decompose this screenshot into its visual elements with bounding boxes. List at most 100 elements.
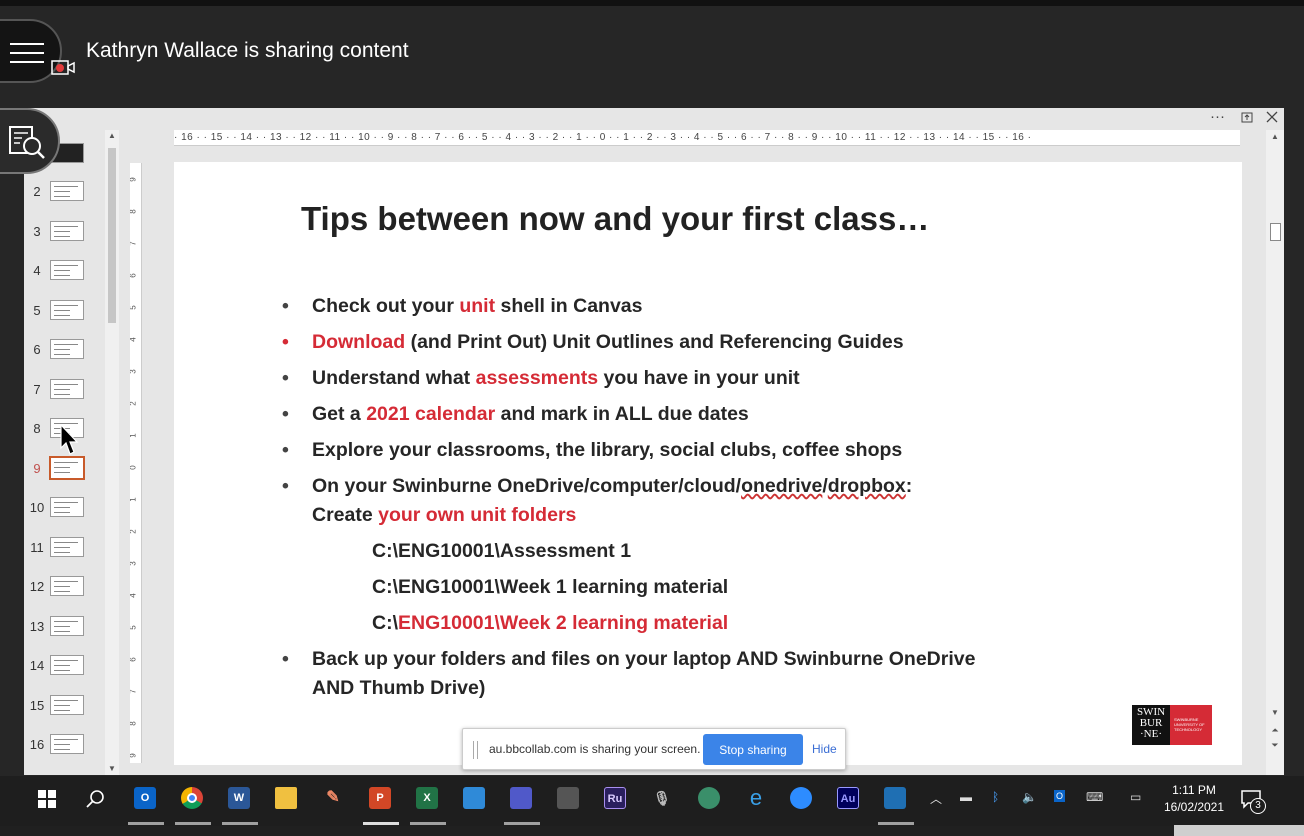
vertical-ruler: 9876543210123456789 bbox=[130, 163, 142, 763]
bullet-text: On your Swinburne OneDrive/computer/clou… bbox=[312, 475, 742, 497]
thumbnail-line bbox=[54, 699, 78, 701]
restore-icon[interactable] bbox=[1241, 111, 1253, 123]
outlook-open-indicator bbox=[128, 822, 164, 825]
bluetooth-icon[interactable]: ᛒ bbox=[992, 790, 999, 804]
audition-icon[interactable]: Au bbox=[837, 787, 859, 809]
paint-icon[interactable]: ✎ bbox=[322, 787, 344, 809]
slide-number: 16 bbox=[29, 737, 45, 752]
show-hidden-icons-icon[interactable]: ︿ bbox=[930, 790, 942, 807]
excel-open-indicator bbox=[410, 822, 446, 825]
next-slide-icon[interactable]: ⏷ bbox=[1268, 740, 1282, 751]
thumbnail-image bbox=[50, 181, 84, 201]
hamburger-bar bbox=[10, 61, 44, 63]
bullet-highlight: your own unit folders bbox=[378, 504, 577, 526]
slide-number: 5 bbox=[33, 302, 41, 318]
windows-start-icon[interactable] bbox=[38, 790, 56, 808]
search-icon[interactable] bbox=[86, 789, 106, 809]
thumbnail-image bbox=[50, 220, 84, 241]
powerpoint-icon[interactable]: P bbox=[369, 787, 391, 809]
thumbnail-line bbox=[54, 665, 70, 666]
slide-scrollbar[interactable] bbox=[1266, 130, 1284, 775]
bullet-item: • Download (and Print Out) Unit Outlines … bbox=[282, 328, 1182, 357]
excel-icon[interactable]: X bbox=[416, 787, 438, 809]
bullet-text: and mark in ALL due dates bbox=[495, 403, 749, 425]
stop-sharing-button[interactable]: Stop sharing bbox=[703, 734, 803, 765]
word-open-indicator bbox=[222, 822, 258, 825]
premiere-rush-icon[interactable]: Ru bbox=[604, 787, 626, 809]
slide-number: 8 bbox=[33, 421, 41, 436]
slide-scroll-up-icon[interactable]: ▲ bbox=[1268, 132, 1282, 141]
bullet-underlined-word: dropbox bbox=[827, 475, 906, 497]
thumbnail-line bbox=[54, 466, 70, 468]
recording-icon bbox=[51, 60, 75, 75]
thumbnail-image bbox=[50, 655, 84, 675]
outlook-tray-icon[interactable]: O bbox=[1054, 790, 1066, 802]
thumbnail-scroll-down-icon[interactable]: ▼ bbox=[105, 763, 119, 775]
edge-icon[interactable]: e bbox=[745, 787, 767, 809]
bullet-text: Check out your bbox=[312, 295, 460, 317]
tablet-mode-icon[interactable]: ▭ bbox=[1130, 790, 1141, 804]
thumbnail-line bbox=[54, 507, 70, 508]
bullet-item: • On your Swinburne OneDrive/computer/clo… bbox=[282, 472, 1182, 530]
clock-date: 16/02/2021 bbox=[1163, 800, 1225, 814]
thumbnail-line bbox=[54, 581, 78, 582]
more-options-icon[interactable]: ··· bbox=[1210, 108, 1225, 125]
battery-icon[interactable]: ▬ bbox=[960, 790, 972, 804]
close-icon[interactable] bbox=[1266, 111, 1278, 123]
slide-number: 15 bbox=[29, 697, 45, 713]
swinburne-logo: SWIN BUR ·NE· SWINBURNE UNIVERSITY OF TECH… bbox=[1132, 705, 1212, 745]
thumbnail-line bbox=[54, 551, 70, 553]
bullet-underlined-word: onedrive bbox=[741, 475, 823, 497]
slide-title: Tips between now and your first class… bbox=[301, 200, 930, 237]
thumbnail-line bbox=[54, 512, 70, 513]
slide-scroll-down-icon[interactable]: ▼ bbox=[1268, 708, 1282, 717]
notification-count-badge: 3 bbox=[1250, 798, 1266, 814]
path-text: C:\ bbox=[372, 612, 398, 634]
chrome-open-indicator bbox=[175, 822, 211, 825]
slide-number: 2 bbox=[33, 184, 41, 199]
file-explorer-icon[interactable] bbox=[275, 787, 297, 809]
thumbnail-line bbox=[54, 354, 70, 355]
bullet-dot: • bbox=[282, 403, 289, 425]
outlook-icon[interactable]: O bbox=[134, 787, 156, 809]
mouse-cursor-icon bbox=[60, 424, 79, 455]
bullet-text: Understand what bbox=[312, 367, 476, 389]
thumbnail-line bbox=[54, 196, 70, 197]
bullet-dot: • bbox=[282, 367, 289, 389]
thumbnail-scrollbar[interactable] bbox=[105, 130, 119, 775]
bullet-text: you have in your unit bbox=[598, 367, 800, 389]
thumbnail-image bbox=[50, 536, 84, 557]
photos-icon[interactable] bbox=[884, 787, 906, 809]
word-icon[interactable]: W bbox=[228, 787, 250, 809]
zoom-icon[interactable] bbox=[790, 787, 812, 809]
microphone-icon[interactable]: 🎙 bbox=[651, 787, 673, 809]
onedrive-icon[interactable] bbox=[463, 787, 485, 809]
keyboard-icon[interactable]: ⌨ bbox=[1086, 790, 1103, 804]
volume-icon[interactable]: 🔈 bbox=[1022, 790, 1037, 804]
previous-slide-icon[interactable]: ⏶ bbox=[1268, 725, 1282, 736]
bullet-item: • Check out your unit shell in Canvas bbox=[282, 292, 1182, 321]
camera-icon[interactable] bbox=[557, 787, 579, 809]
slide-number: 10 bbox=[29, 500, 45, 515]
top-edge bbox=[0, 0, 1304, 6]
system-clock[interactable]: 1:11 PM 16/02/2021 bbox=[1160, 782, 1228, 816]
thumbnail-line bbox=[54, 541, 78, 543]
thumbnail-scroll-up-icon[interactable]: ▲ bbox=[105, 130, 119, 142]
chrome-icon[interactable] bbox=[181, 787, 203, 809]
thumbnail-line bbox=[54, 349, 70, 350]
zoom-document-icon bbox=[9, 126, 45, 159]
hide-link[interactable]: Hide bbox=[812, 742, 837, 756]
teams-icon[interactable] bbox=[510, 787, 532, 809]
thumbnail-scroll-thumb[interactable] bbox=[108, 148, 116, 323]
globe-app-icon[interactable] bbox=[698, 787, 720, 809]
slide-number: 14 bbox=[29, 658, 45, 673]
thumbnail-line bbox=[54, 265, 78, 266]
thumbnail-line bbox=[54, 744, 70, 745]
drag-handle-icon[interactable] bbox=[473, 741, 478, 759]
thumbnail-line bbox=[54, 502, 78, 503]
slide-scroll-thumb[interactable] bbox=[1270, 223, 1281, 241]
thumbnail-line bbox=[54, 393, 70, 395]
slide-number: 4 bbox=[33, 263, 41, 278]
slide-canvas[interactable]: Tips between now and your first class… •… bbox=[174, 162, 1242, 765]
thumbnail-line bbox=[54, 275, 70, 276]
